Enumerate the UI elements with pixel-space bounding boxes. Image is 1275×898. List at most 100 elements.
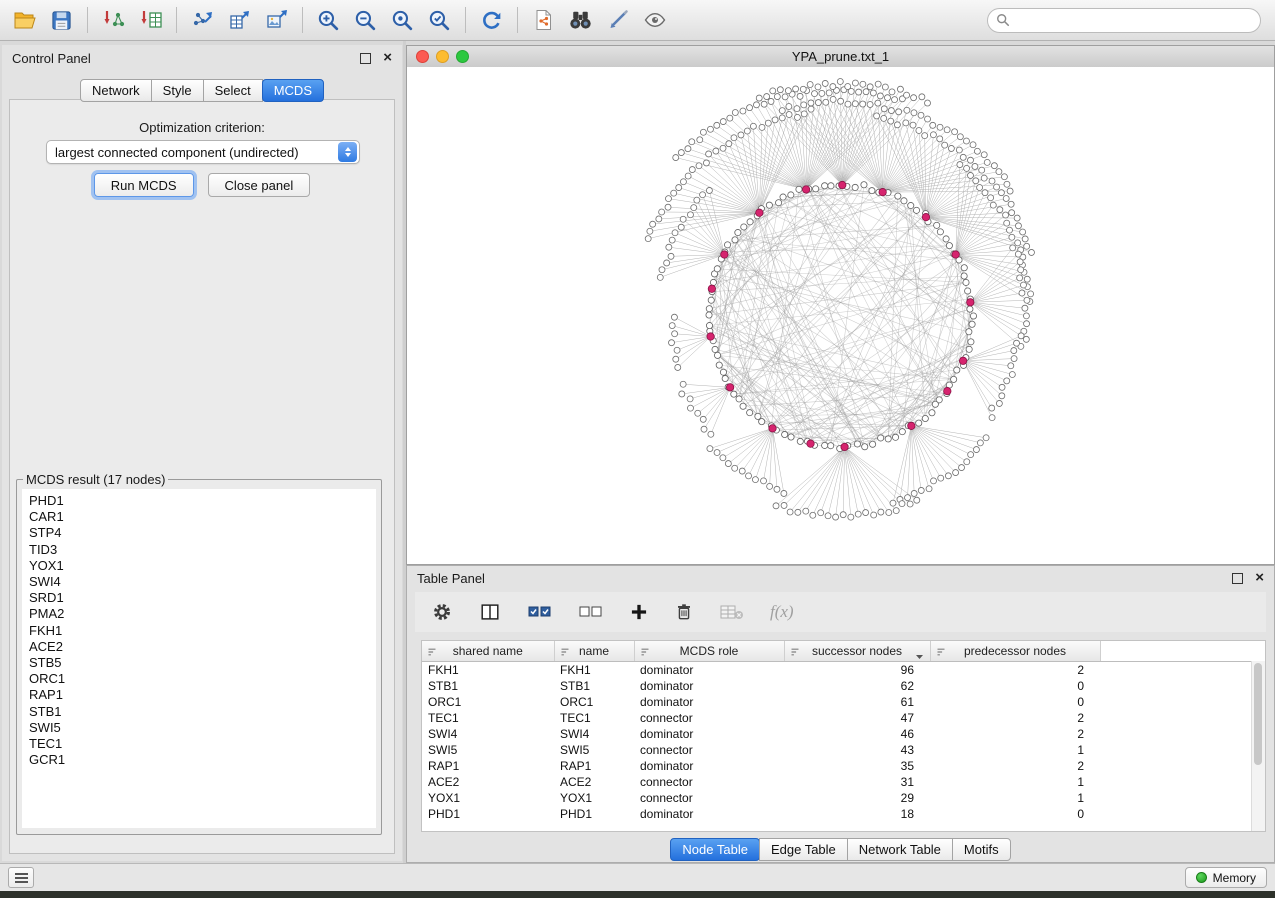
delete-table-button[interactable] — [719, 602, 745, 622]
column-header-predecessor-nodes[interactable]: predecessor nodes — [930, 641, 1100, 662]
zoom-actual-size-icon — [390, 8, 415, 33]
table-row[interactable]: SWI4SWI4dominator462 — [422, 726, 1265, 742]
mcds-tab-content: Optimization criterion: largest connecte… — [9, 99, 395, 854]
import-network-button[interactable] — [95, 4, 132, 37]
zoom-out-button[interactable] — [347, 4, 384, 37]
mcds-result-item[interactable]: PMA2 — [29, 606, 376, 622]
style-pen-icon — [606, 8, 630, 32]
table-cell: PHD1 — [554, 806, 634, 822]
tab-motifs[interactable]: Motifs — [952, 838, 1011, 861]
export-image-button[interactable] — [258, 4, 295, 37]
table-settings-button[interactable] — [431, 601, 453, 623]
show-graphics-details-button[interactable] — [636, 4, 673, 37]
open-folder-button[interactable] — [6, 4, 43, 37]
table-row[interactable]: ORC1ORC1dominator610 — [422, 694, 1265, 710]
unselect-all-button[interactable] — [578, 602, 604, 622]
plus-icon — [629, 602, 649, 622]
mcds-result-item[interactable]: STB5 — [29, 655, 376, 671]
table-cell: dominator — [634, 758, 784, 774]
tab-mcds[interactable]: MCDS — [262, 79, 324, 102]
table-row[interactable]: RAP1RAP1dominator352 — [422, 758, 1265, 774]
table-row[interactable]: TEC1TEC1connector472 — [422, 710, 1265, 726]
column-header-mcds-role[interactable]: MCDS role — [634, 641, 784, 662]
table-cell: STB1 — [554, 678, 634, 694]
toolbar-separator — [87, 7, 88, 33]
table-panel-title: Table Panel — [417, 571, 485, 586]
table-cell: 43 — [784, 742, 930, 758]
float-table-panel-icon[interactable] — [1232, 573, 1243, 584]
table-cell: ACE2 — [554, 774, 634, 790]
table-scrollbar-thumb[interactable] — [1254, 663, 1262, 765]
table-row[interactable]: PHD1PHD1dominator180 — [422, 806, 1265, 822]
close-panel-icon[interactable]: × — [383, 52, 392, 64]
mcds-result-item[interactable]: ORC1 — [29, 671, 376, 687]
column-header-shared-name[interactable]: shared name — [422, 641, 554, 662]
function-builder-icon[interactable]: f(x) — [770, 602, 794, 622]
tab-node-table[interactable]: Node Table — [670, 838, 760, 861]
mcds-result-item[interactable]: RAP1 — [29, 687, 376, 703]
float-panel-icon[interactable] — [360, 53, 371, 64]
mcds-result-title: MCDS result (17 nodes) — [23, 472, 168, 487]
refresh-view-button[interactable] — [473, 4, 510, 37]
run-mcds-button[interactable]: Run MCDS — [94, 173, 194, 197]
table-row[interactable]: STB1STB1dominator620 — [422, 678, 1265, 694]
tab-style[interactable]: Style — [151, 79, 204, 102]
search-icon — [996, 13, 1010, 27]
table-cell: connector — [634, 710, 784, 726]
zoom-actual-size-button[interactable] — [384, 4, 421, 37]
close-panel-button[interactable]: Close panel — [208, 173, 311, 197]
mcds-result-item[interactable]: STP4 — [29, 525, 376, 541]
share-document-button[interactable] — [525, 4, 562, 37]
main-toolbar — [0, 0, 1275, 41]
tab-network[interactable]: Network — [80, 79, 152, 102]
tab-edge-table[interactable]: Edge Table — [759, 838, 848, 861]
table-row[interactable]: YOX1YOX1connector291 — [422, 790, 1265, 806]
add-column-button[interactable] — [629, 602, 649, 622]
import-network-icon — [102, 8, 126, 32]
mcds-result-item[interactable]: YOX1 — [29, 558, 376, 574]
table-row[interactable]: SWI5SWI5connector431 — [422, 742, 1265, 758]
mcds-result-item[interactable]: ACE2 — [29, 639, 376, 655]
criterion-select[interactable]: largest connected component (undirected) — [46, 140, 360, 164]
table-row[interactable]: FKH1FKH1dominator962 — [422, 662, 1265, 679]
mcds-result-item[interactable]: STB1 — [29, 704, 376, 720]
mcds-result-item[interactable]: FKH1 — [29, 623, 376, 639]
table-cell: SWI4 — [554, 726, 634, 742]
control-panel-header: Control Panel × — [2, 45, 402, 71]
search-network-button[interactable] — [562, 4, 599, 37]
zoom-selected-button[interactable] — [421, 4, 458, 37]
mcds-result-item[interactable]: CAR1 — [29, 509, 376, 525]
memory-button[interactable]: Memory — [1185, 867, 1267, 888]
mcds-result-item[interactable]: SRD1 — [29, 590, 376, 606]
search-input[interactable] — [1015, 12, 1260, 29]
mcds-result-item[interactable]: GCR1 — [29, 752, 376, 768]
column-header-name[interactable]: name — [554, 641, 634, 662]
mcds-result-item[interactable]: SWI5 — [29, 720, 376, 736]
table-scrollbar[interactable] — [1251, 661, 1265, 831]
network-canvas[interactable] — [407, 67, 1274, 564]
chevron-down-icon — [915, 649, 924, 662]
network-ring-nodes — [706, 182, 977, 452]
mcds-result-item[interactable]: TEC1 — [29, 736, 376, 752]
column-header-successor-nodes[interactable]: successor nodes — [784, 641, 930, 662]
close-table-panel-icon[interactable]: × — [1255, 572, 1264, 584]
delete-column-button[interactable] — [674, 601, 694, 623]
export-network-button[interactable] — [184, 4, 221, 37]
export-table-button[interactable] — [221, 4, 258, 37]
table-cell: 0 — [930, 694, 1100, 710]
table-cell: RAP1 — [422, 758, 554, 774]
zoom-in-button[interactable] — [310, 4, 347, 37]
mcds-result-item[interactable]: PHD1 — [29, 493, 376, 509]
mcds-result-item[interactable]: TID3 — [29, 542, 376, 558]
mcds-result-item[interactable]: SWI4 — [29, 574, 376, 590]
table-row[interactable]: ACE2ACE2connector311 — [422, 774, 1265, 790]
save-session-button[interactable] — [43, 4, 80, 37]
panel-menu-button[interactable] — [8, 867, 34, 888]
table-cell: 96 — [784, 662, 930, 679]
split-columns-button[interactable] — [478, 601, 502, 623]
apply-style-button[interactable] — [599, 4, 636, 37]
select-all-button[interactable] — [527, 602, 553, 622]
import-table-button[interactable] — [132, 4, 169, 37]
tab-select[interactable]: Select — [203, 79, 263, 102]
tab-network-table[interactable]: Network Table — [847, 838, 953, 861]
